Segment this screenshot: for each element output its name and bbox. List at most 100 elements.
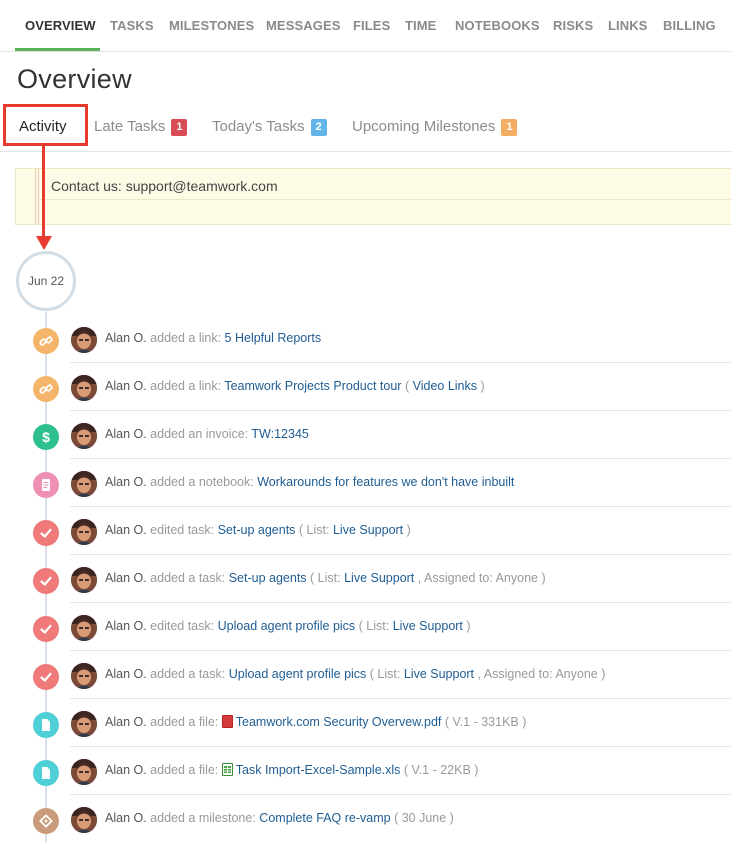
svg-text:$: $ [42,429,50,445]
activity-text: Alan O. added an invoice: TW:12345 [105,427,309,441]
nav-tab-overview[interactable]: OVERVIEW [25,18,96,33]
activity-item: Alan O. added a notebook: Workarounds fo… [0,459,731,507]
page-title: Overview [17,64,132,94]
activity-user[interactable]: Alan O. [105,331,147,345]
user-avatar[interactable] [71,327,97,353]
timeline-date-marker: Jun 22 [16,251,76,311]
check-icon [33,568,59,594]
annotation-highlight-box [3,104,88,146]
activity-item: Alan O. added a file: Task Import-Excel-… [0,747,731,795]
activity-target-link[interactable]: Upload agent profile pics [229,667,367,681]
user-avatar[interactable] [71,471,97,497]
nav-tab-links[interactable]: LINKS [608,18,648,33]
activity-target-link[interactable]: Set-up agents [218,523,296,537]
activity-target-link[interactable]: Workarounds for features we don't have i… [257,475,514,489]
notice-text: Contact us: support@teamwork.com [51,178,278,194]
milestone-icon [33,808,59,834]
file-icon [33,760,59,786]
activity-user[interactable]: Alan O. [105,523,147,537]
activity-meta: ( V.1 - 331KB ) [444,715,527,729]
activity-target-link[interactable]: TW:12345 [251,427,308,441]
nav-tab-files[interactable]: FILES [353,18,390,33]
activity-meta: ( V.1 - 22KB ) [403,763,479,777]
activity-user[interactable]: Alan O. [105,475,147,489]
activity-item: Alan O. added a link: Teamwork Projects … [0,363,731,411]
activity-item: Alan O. added a milestone: Complete FAQ … [0,795,731,842]
dollar-icon: $ [33,424,59,450]
task-list-suffix: ) [406,523,411,537]
activity-target-link[interactable]: 5 Helpful Reports [225,331,322,345]
file-icon [33,712,59,738]
excel-icon [221,763,233,776]
activity-action: added an invoice: [150,427,249,441]
subtab-label: Late Tasks [94,118,166,135]
subtab-todays-tasks[interactable]: Today's Tasks 2 [212,118,327,136]
activity-target-link[interactable]: Upload agent profile pics [218,619,356,633]
annotation-arrow [42,146,45,240]
active-tab-indicator [15,48,100,51]
nav-tab-billing[interactable]: BILLING [663,18,716,33]
activity-user[interactable]: Alan O. [105,811,147,825]
activity-text: Alan O. edited task: Upload agent profil… [105,619,471,633]
notice-margin-line [35,169,36,224]
nav-tab-time[interactable]: TIME [405,18,436,33]
activity-user[interactable]: Alan O. [105,667,147,681]
activity-target-link[interactable]: Set-up agents [229,571,307,585]
subtab-late-tasks[interactable]: Late Tasks 1 [94,118,188,136]
user-avatar[interactable] [71,807,97,833]
user-avatar[interactable] [71,567,97,593]
user-avatar[interactable] [71,759,97,785]
nav-tab-milestones[interactable]: MILESTONES [169,18,254,33]
activity-user[interactable]: Alan O. [105,427,147,441]
subtab-upcoming-milestones[interactable]: Upcoming Milestones 1 [352,118,518,136]
activity-item: Alan O. added a task: Set-up agents ( Li… [0,555,731,603]
task-list-suffix: , Assigned to: Anyone ) [417,571,546,585]
activity-item: Alan O. added a file: Teamwork.com Secur… [0,699,731,747]
upcoming-milestones-count-badge: 1 [501,119,518,136]
activity-user[interactable]: Alan O. [105,619,147,633]
nav-tab-notebooks[interactable]: NOTEBOOKS [455,18,540,33]
activity-target-link[interactable]: Teamwork Projects Product tour [224,379,401,393]
task-list-link[interactable]: Live Support [393,619,463,633]
subtab-label: Today's Tasks [212,118,305,135]
task-list-link[interactable]: Live Support [333,523,403,537]
user-avatar[interactable] [71,615,97,641]
activity-text: Alan O. added a file: Teamwork.com Secur… [105,715,526,729]
notice-margin-line [38,169,39,224]
nav-tab-risks[interactable]: RISKS [553,18,593,33]
activity-text: Alan O. added a task: Set-up agents ( Li… [105,571,546,585]
annotation-arrow-head [36,236,52,250]
check-icon [33,664,59,690]
paren-close: ) [480,379,485,393]
activity-text: Alan O. added a link: Teamwork Projects … [105,379,485,393]
link-category-link[interactable]: Video Links [413,379,477,393]
nav-tab-messages[interactable]: MESSAGES [266,18,340,33]
user-avatar[interactable] [71,663,97,689]
user-avatar[interactable] [71,519,97,545]
activity-text: Alan O. added a link: 5 Helpful Reports [105,331,321,345]
activity-user[interactable]: Alan O. [105,715,147,729]
activity-target-link[interactable]: Complete FAQ re-vamp [259,811,390,825]
user-avatar[interactable] [71,423,97,449]
activity-item: Alan O. edited task: Upload agent profil… [0,603,731,651]
task-list-prefix: ( List: [310,571,341,585]
activity-user[interactable]: Alan O. [105,763,147,777]
activity-user[interactable]: Alan O. [105,379,147,393]
activity-target-link[interactable]: Teamwork.com Security Overvew.pdf [236,715,442,729]
activity-text: Alan O. added a file: Task Import-Excel-… [105,763,478,777]
activity-target-link[interactable]: Task Import-Excel-Sample.xls [236,763,401,777]
overview-subtabs: Activity Late Tasks 1 Today's Tasks 2 Upco… [0,104,731,152]
user-avatar[interactable] [71,711,97,737]
task-list-prefix: ( List: [358,619,390,633]
task-list-link[interactable]: Live Support [344,571,414,585]
activity-text: Alan O. added a task: Upload agent profi… [105,667,605,681]
nav-tab-tasks[interactable]: TASKS [110,18,154,33]
check-icon [33,520,59,546]
activity-action: added a link: [150,331,222,345]
activity-item: Alan O. added a link: 5 Helpful Reports [0,315,731,363]
activity-action: added a milestone: [150,811,256,825]
top-navigation: OVERVIEW TASKS MILESTONES MESSAGES FILES… [0,0,731,52]
user-avatar[interactable] [71,375,97,401]
activity-user[interactable]: Alan O. [105,571,147,585]
task-list-link[interactable]: Live Support [404,667,474,681]
